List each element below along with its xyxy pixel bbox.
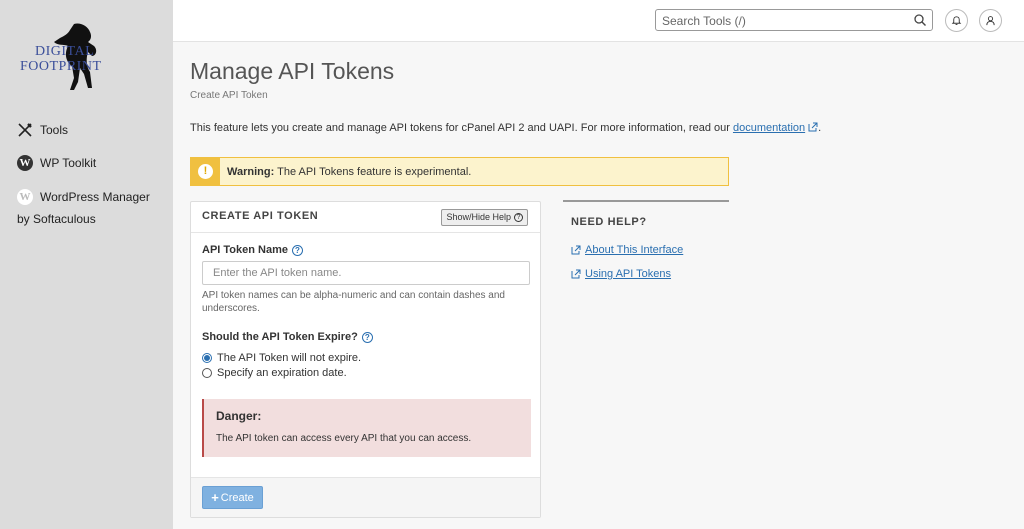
panel-title: CREATE API TOKEN [202, 210, 319, 222]
need-help-title: NEED HELP? [571, 216, 647, 228]
create-button-label: Create [220, 491, 254, 504]
help-toggle-label: Show/Hide Help [446, 212, 511, 222]
intro-text: This feature lets you create and manage … [190, 122, 821, 134]
token-name-label-text: API Token Name [202, 244, 288, 256]
user-menu-button[interactable] [979, 9, 1002, 32]
search-input[interactable] [662, 13, 902, 28]
panel-header: CREATE API TOKEN Show/Hide Help ? [191, 202, 540, 233]
danger-text: The API token can access every API that … [216, 433, 472, 444]
page-title: Manage API Tokens [190, 58, 395, 84]
brand-logo[interactable]: DIGITAL FOOTPRINT [18, 22, 110, 94]
token-name-input[interactable] [202, 261, 530, 285]
danger-title: Danger: [216, 409, 262, 423]
token-name-label: API Token Name ? [202, 244, 303, 256]
need-help-section: NEED HELP? About This Interface Using AP… [563, 200, 729, 280]
radio-button-selected[interactable] [202, 353, 212, 363]
help-question-icon[interactable]: ? [292, 244, 303, 256]
wordpress-icon: W [17, 155, 33, 171]
danger-callout: Danger: The API token can access every A… [202, 399, 531, 457]
sidebar-item-label: Tools [40, 123, 69, 137]
external-link-icon [571, 269, 581, 279]
show-hide-help-button[interactable]: Show/Hide Help ? [441, 209, 528, 226]
help-link-label: Using API Tokens [585, 268, 672, 280]
tools-icon [17, 122, 33, 138]
create-button[interactable]: + Create [202, 486, 263, 509]
help-link-about-interface[interactable]: About This Interface [571, 244, 683, 256]
panel-footer: + Create [191, 477, 540, 517]
sidebar-item-label: WP Toolkit [40, 156, 97, 170]
documentation-link[interactable]: documentation [733, 122, 805, 134]
user-icon [986, 16, 995, 26]
warning-callout: ! Warning: The API Tokens feature is exp… [190, 157, 729, 186]
logo-text-line1: DIGITAL [35, 44, 95, 59]
create-token-panel: CREATE API TOKEN Show/Hide Help ? API To… [190, 201, 541, 518]
expire-option-never[interactable]: The API Token will not expire. [202, 352, 361, 364]
help-link-using-api-tokens[interactable]: Using API Tokens [571, 268, 671, 280]
sidebar-item-tools[interactable]: Tools [17, 122, 68, 138]
plus-icon: + [211, 490, 219, 505]
sidebar: DIGITAL FOOTPRINT Tools W WP Toolkit W W… [0, 0, 173, 529]
main-content: Manage API Tokens Create API Token This … [173, 43, 1024, 529]
documentation-link-label: documentation [732, 122, 806, 134]
warning-text: Warning: The API Tokens feature is exper… [227, 166, 471, 178]
wordpress-icon: W [17, 189, 33, 205]
intro-body: This feature lets you create and manage … [190, 122, 730, 134]
warning-icon-box: ! [191, 158, 220, 185]
token-name-hint: API token names can be alpha-numeric and… [202, 290, 505, 314]
bell-icon [951, 16, 962, 25]
breadcrumb: Create API Token [190, 90, 268, 101]
help-link-label: About This Interface [585, 244, 684, 256]
expire-label: Should the API Token Expire? ? [202, 331, 373, 343]
question-icon: ? [514, 213, 523, 222]
sidebar-item-wp-toolkit[interactable]: W WP Toolkit [17, 155, 96, 171]
notifications-button[interactable] [945, 9, 968, 32]
sidebar-item-label-line2[interactable]: by Softaculous [17, 212, 96, 226]
top-header [173, 0, 1024, 42]
exclamation-icon: ! [198, 164, 213, 179]
warning-label: Warning: [227, 165, 275, 178]
logo-text-line2: FOOTPRINT [20, 59, 102, 74]
intro-end: . [818, 122, 822, 134]
search-box[interactable] [655, 9, 933, 31]
help-question-icon[interactable]: ? [361, 331, 373, 343]
expire-label-text: Should the API Token Expire? [202, 331, 358, 343]
sidebar-item-wordpress-manager[interactable]: W WordPress Manager [17, 189, 150, 205]
sidebar-item-label: WordPress Manager [40, 190, 150, 204]
radio-button[interactable] [202, 368, 212, 378]
search-icon[interactable] [913, 13, 927, 27]
external-link-icon [808, 122, 818, 132]
warning-message: The API Tokens feature is experimental. [277, 165, 472, 178]
radio-label: The API Token will not expire. [217, 352, 362, 364]
expire-option-date[interactable]: Specify an expiration date. [202, 367, 347, 379]
external-link-icon [571, 245, 581, 255]
radio-label: Specify an expiration date. [217, 367, 347, 379]
